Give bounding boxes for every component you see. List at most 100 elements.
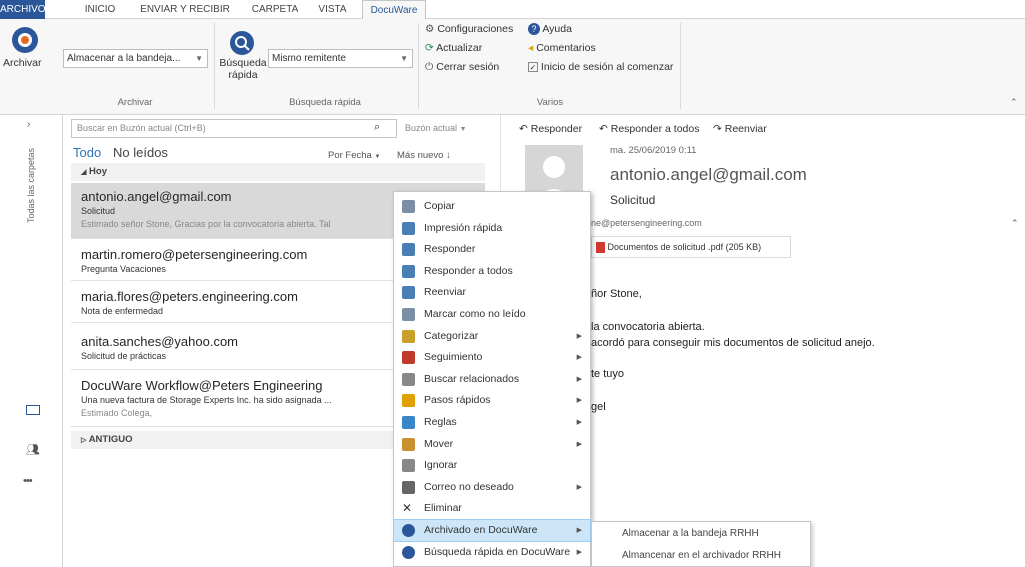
chevron-down-icon: ▼ (195, 54, 203, 63)
search-input[interactable]: Buscar en Buzón actual (Ctrl+B) (77, 123, 206, 133)
tab-inicio[interactable]: INICIO (75, 0, 125, 19)
menu-item-mark-unread[interactable]: Marcar como no leído (394, 304, 590, 325)
tab-carpeta[interactable]: CARPETA (245, 0, 305, 19)
store-tray-combo[interactable]: Almacenar a la bandeja... ▼ (63, 49, 208, 68)
reply-icon (402, 243, 415, 257)
menu-item-label: Ignorar (424, 459, 458, 472)
update-button[interactable]: ⟳ Actualizar (425, 41, 482, 55)
navigation-pane: › Todas las carpetas 👥︎ ••• (0, 115, 63, 567)
group-label-busqueda: Búsqueda rápida (289, 97, 361, 108)
submenu-item-store-cabinet[interactable]: Almancenar en el archivador RRHH (592, 545, 810, 567)
body-line: acordó para conseguir mis documentos de … (591, 337, 875, 349)
menu-item-label: Seguimiento (424, 351, 483, 364)
menu-item-flag[interactable]: Seguimiento ▶ (394, 347, 590, 368)
filter-all[interactable]: Todo (73, 145, 101, 160)
submenu-arrow-icon: ▶ (576, 419, 582, 426)
people-icon[interactable]: 👥︎ (26, 443, 40, 456)
print-icon (402, 221, 415, 235)
quick-search-button[interactable]: Búsqueda rápida (218, 57, 268, 81)
logout-button[interactable]: ⏻ Cerrar sesión (425, 60, 499, 74)
tab-enviar-recibir[interactable]: ENVIAR Y RECIBIR (135, 0, 235, 19)
login-start-label: Inicio de sesión al comenzar (540, 61, 674, 73)
menu-item-label: Responder (424, 243, 476, 256)
archivar-button[interactable]: Archivar (3, 56, 42, 70)
tab-vista[interactable]: VISTA (310, 0, 355, 19)
menu-item-delete[interactable]: ✕ Eliminar (394, 498, 590, 519)
help-button[interactable]: ? Ayuda (528, 22, 572, 36)
copy-icon (402, 200, 415, 213)
reply-icon: ↶ (519, 123, 528, 135)
message-from: martin.romero@petersengineering.com (81, 247, 308, 262)
mark-unread-icon (402, 308, 415, 321)
logout-label: Cerrar sesión (436, 61, 500, 73)
tab-archivo[interactable]: ARCHIVO (0, 0, 46, 19)
group-header-today[interactable]: ◢ Hoy (71, 163, 485, 181)
menu-item-print[interactable]: Impresión rápida (394, 218, 590, 239)
menu-item-copy[interactable]: Copiar (394, 196, 590, 217)
sort-order-button[interactable]: Más nuevo ↓ (397, 150, 451, 161)
group-old-label: ANTIGUO (88, 434, 133, 445)
flag-icon (402, 351, 415, 365)
comments-button[interactable]: ◂ Comentarios (528, 41, 596, 55)
menu-item-quick-steps[interactable]: Pasos rápidos ▶ (394, 390, 590, 411)
menu-item-forward[interactable]: Reenviar (394, 282, 590, 303)
help-icon: ? (528, 23, 540, 35)
mail-icon[interactable] (26, 405, 40, 415)
menu-item-label: Correo no deseado (424, 480, 514, 493)
expand-pane-icon[interactable]: › (27, 119, 30, 130)
menu-item-label: Pasos rápidos (424, 394, 491, 407)
search-scope-value: Buzón actual (405, 123, 458, 133)
sort-order-value: Más nuevo (397, 150, 444, 161)
search-icon[interactable]: ⌕ (374, 121, 380, 134)
collapse-header-icon[interactable]: ⌃ (1011, 218, 1019, 229)
menu-item-ignore[interactable]: Ignorar (394, 455, 590, 476)
store-tray-value: Almacenar a la bandeja... (67, 53, 181, 64)
message-from: antonio.angel@gmail.com (81, 189, 232, 204)
same-sender-combo[interactable]: Mismo remitente ▼ (268, 49, 413, 68)
recipient-address: ne@petersengineering.com (591, 218, 702, 228)
submenu-item-store-tray[interactable]: Almacenar a la bandeja RRHH (592, 523, 810, 545)
login-start-checkbox[interactable]: ✓ Inicio de sesión al comenzar (528, 60, 673, 74)
reply-all-button[interactable]: ↶ Responder a todos (599, 123, 699, 135)
config-button[interactable]: ⚙ Configuraciones (425, 22, 513, 36)
collapse-ribbon-icon[interactable]: ⌃ (1010, 97, 1018, 108)
sort-by-dropdown[interactable]: Por Fecha ▼ (328, 150, 380, 161)
menu-item-move[interactable]: Mover ▶ (394, 434, 590, 455)
menu-item-categorize[interactable]: Categorizar ▶ (394, 326, 590, 347)
group-today-label: Hoy (89, 166, 107, 177)
attachment[interactable]: Documentos de solicitud .pdf (205 KB) (591, 236, 791, 258)
forward-button[interactable]: ↷ Reenviar (713, 123, 767, 135)
all-folders-label[interactable]: Todas las carpetas (26, 148, 36, 223)
delete-icon: ✕ (402, 501, 413, 516)
menu-item-search-related[interactable]: Buscar relacionados ▶ (394, 369, 590, 390)
power-icon: ⏻ (425, 61, 434, 73)
menu-item-junk[interactable]: Correo no deseado ▶ (394, 477, 590, 498)
megaphone-icon: ◂ (528, 42, 534, 54)
update-label: Actualizar (436, 42, 483, 54)
search-scope-dropdown[interactable]: Buzón actual ▼ (401, 119, 471, 138)
menu-item-label: Marcar como no leído (424, 308, 526, 320)
context-menu: Copiar Impresión rápida Responder Responder… (393, 191, 591, 567)
menu-item-rules[interactable]: Reglas ▶ (394, 412, 590, 433)
refresh-icon: ⟳ (425, 42, 434, 54)
filter-unread[interactable]: No leídos (113, 145, 168, 160)
message-from: anita.sanches@yahoo.com (81, 334, 239, 349)
message-subject: Solicitud (610, 193, 656, 207)
menu-item-docuware-archive[interactable]: Archivado en DocuWare ▶ (393, 519, 591, 542)
tab-docuware[interactable]: DocuWare (362, 0, 426, 20)
sort-by-value: Por Fecha (328, 150, 372, 161)
search-box[interactable]: Buscar en Buzón actual (Ctrl+B) ⌕ (71, 119, 397, 138)
archive-icon[interactable] (12, 27, 38, 53)
categorize-icon (402, 329, 415, 343)
message-subject: Una nueva factura de Storage Experts Inc… (81, 395, 332, 405)
more-icon[interactable]: ••• (23, 475, 33, 487)
menu-item-label: Mover (424, 437, 454, 450)
collapse-icon: ◢ (81, 169, 87, 176)
menu-item-reply[interactable]: Responder (394, 239, 590, 260)
reply-button[interactable]: ↶ Responder (519, 123, 582, 135)
menu-item-docuware-search[interactable]: Búsqueda rápida en DocuWare ▶ (394, 542, 590, 563)
message-subject: Nota de enfermedad (81, 306, 164, 316)
config-label: Configuraciones (437, 23, 514, 35)
quick-search-icon[interactable] (230, 31, 254, 55)
menu-item-reply-all[interactable]: Responder a todos (394, 261, 590, 282)
